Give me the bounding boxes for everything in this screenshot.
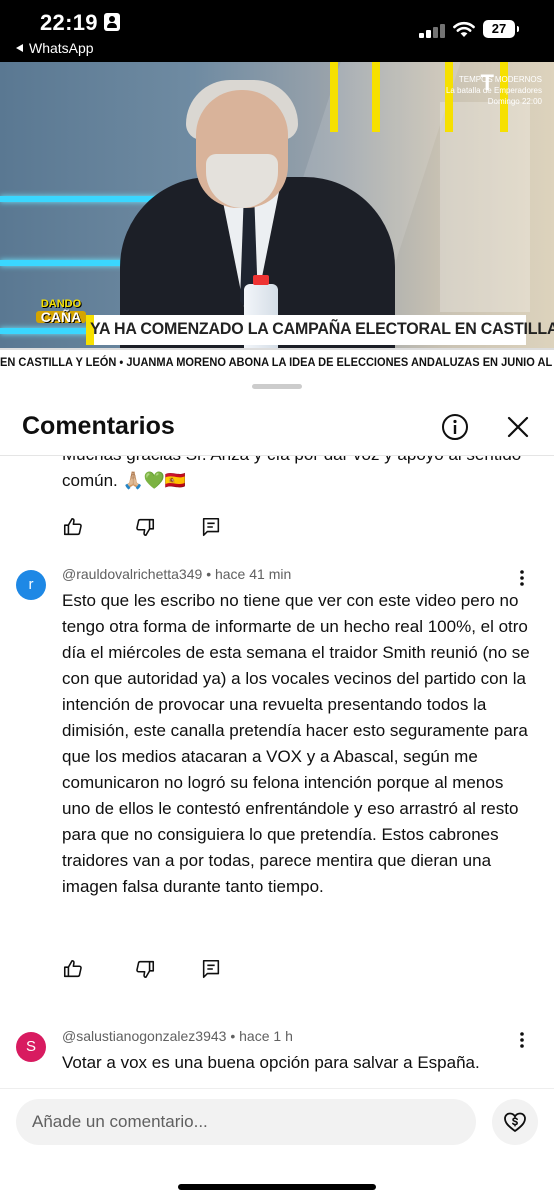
comment-composer	[0, 1088, 554, 1200]
comment-item: S @salustianogonzalez3943 • hace 1 h Vot…	[0, 1026, 554, 1088]
comments-list[interactable]: Muchas gracias Sr. Ariza y cía por dar v…	[0, 456, 554, 1088]
close-icon[interactable]	[503, 412, 533, 442]
comment-time: hace 1 h	[239, 1028, 293, 1044]
reply-icon[interactable]	[200, 958, 222, 980]
comment-meta: @salustianogonzalez3943 • hace 1 h	[62, 1028, 293, 1044]
cellular-signal-icon	[419, 22, 447, 38]
video-player[interactable]: TEMPOS MODERNOS La batalla de Emperadore…	[0, 62, 554, 372]
comment-text: Esto que les escribo no tiene que ver co…	[62, 591, 530, 896]
drag-handle[interactable]	[252, 384, 302, 389]
thumbs-up-icon[interactable]	[62, 958, 84, 980]
thumbs-up-icon[interactable]	[62, 516, 84, 538]
comment-actions	[62, 958, 242, 984]
heart-dollar-icon	[504, 1112, 526, 1132]
wifi-icon	[453, 21, 475, 37]
info-icon[interactable]	[440, 412, 470, 442]
home-indicator[interactable]	[178, 1184, 376, 1190]
avatar[interactable]: S	[16, 1032, 46, 1062]
battery-indicator: 27	[483, 20, 519, 38]
more-options-icon[interactable]	[514, 568, 530, 588]
show-logo: DANDO CAÑA	[36, 298, 86, 324]
sheet-title: Comentarios	[22, 412, 175, 440]
comment-text: Votar a vox es una buena opción para sal…	[62, 1053, 480, 1072]
status-bar: 22:19 WhatsApp 27	[0, 0, 554, 62]
avatar[interactable]: r	[16, 570, 46, 600]
comment-text: Muchas gracias Sr. Ariza y cía por dar v…	[62, 456, 521, 490]
reply-icon[interactable]	[200, 516, 222, 538]
super-thanks-button[interactable]	[492, 1099, 538, 1145]
status-time: 22:19	[40, 10, 98, 35]
channel-logo-t: T	[480, 70, 494, 95]
comment-author[interactable]: @salustianogonzalez3943	[62, 1028, 226, 1044]
back-app-label: WhatsApp	[29, 40, 94, 56]
comment-author[interactable]: @rauldovalrichetta349	[62, 566, 202, 582]
headline-text: YA HA COMENZADO LA CAMPAÑA ELECTORAL EN …	[90, 319, 554, 338]
add-comment-input[interactable]	[16, 1099, 476, 1145]
news-ticker: EN CASTILLA Y LEÓN • JUANMA MORENO ABONA…	[0, 348, 554, 372]
comment-actions	[62, 516, 242, 542]
back-to-app-link[interactable]: WhatsApp	[16, 40, 94, 56]
back-triangle-icon	[16, 44, 23, 52]
comment-item: r @rauldovalrichetta349 • hace 41 min Es…	[0, 564, 554, 994]
focus-person-icon	[104, 13, 120, 31]
thumbs-down-icon[interactable]	[134, 516, 156, 538]
thumbs-down-icon[interactable]	[134, 958, 156, 980]
comments-sheet: Comentarios Muchas gracias Sr. Ariza y c…	[0, 372, 554, 1200]
comment-time: hace 41 min	[214, 566, 292, 582]
comment-meta: @rauldovalrichetta349 • hace 41 min	[62, 566, 292, 582]
more-options-icon[interactable]	[514, 1030, 530, 1050]
